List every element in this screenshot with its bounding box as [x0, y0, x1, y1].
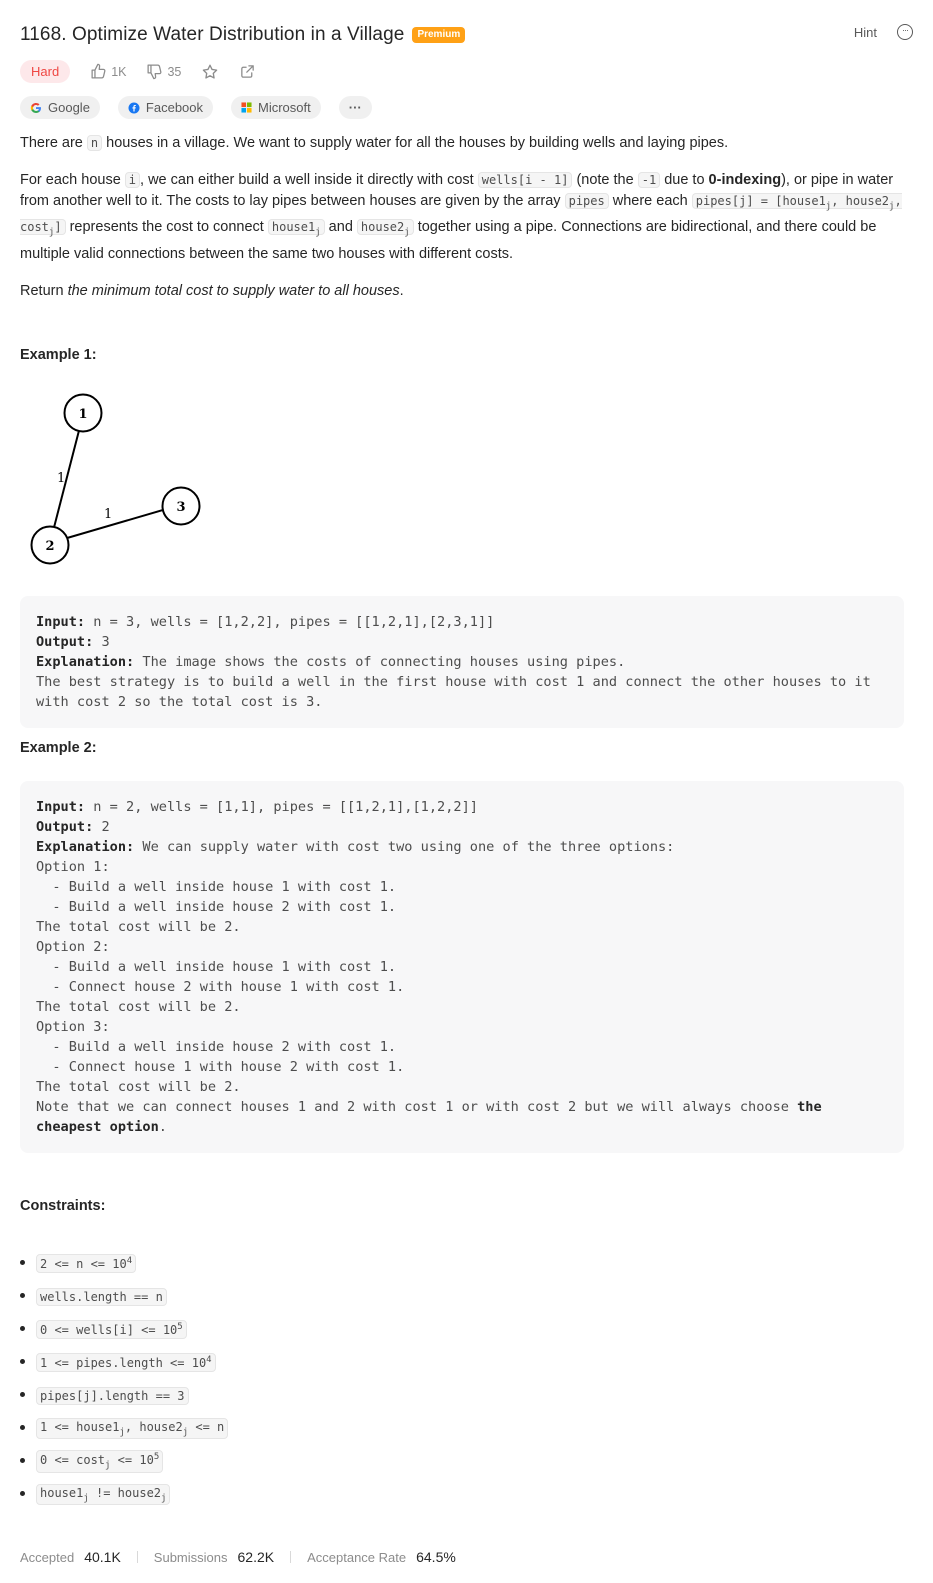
constraint-item: 1 <= house1j, house2j <= n	[20, 1412, 229, 1445]
edge-label: 1	[104, 507, 112, 522]
problem-page: 1168. Optimize Water Distribution in a V…	[0, 0, 933, 1583]
like-count: 1K	[111, 64, 127, 79]
submission-stats: Accepted 40.1K Submissions 62.2K Accepta…	[20, 1549, 456, 1565]
constraints-list: 2 <= n <= 104 wells.length == n 0 <= wel…	[20, 1247, 229, 1511]
graph-edge	[49, 414, 84, 544]
dislike-count: 35	[167, 64, 182, 79]
graph-node: 3	[161, 486, 201, 526]
submissions-value: 62.2K	[237, 1549, 275, 1565]
constraint-item: 1 <= pipes.length <= 104	[20, 1346, 228, 1379]
company-name: Google	[48, 100, 90, 115]
company-name: Facebook	[145, 100, 204, 115]
description-paragraph: Return the minimum total cost to supply …	[20, 282, 404, 299]
company-name: Microsoft	[258, 100, 311, 115]
accepted-label: Accepted	[20, 1549, 75, 1565]
graph-edge	[49, 504, 181, 544]
google-logo-icon	[30, 102, 41, 113]
svg-text:2: 2	[45, 539, 54, 554]
company-tags: Google Facebook Microsoft ···	[20, 96, 372, 119]
thumbs-down-icon	[147, 64, 162, 80]
premium-badge: Premium	[412, 27, 466, 43]
example-1-graph: 1 1 1 2 3	[30, 393, 201, 565]
example-2-title: Example 2:	[20, 740, 97, 756]
thumbs-up-icon	[91, 63, 106, 79]
dislike-button[interactable]: 35	[146, 63, 181, 80]
more-options-icon[interactable]: ···	[897, 24, 913, 40]
acceptance-rate-value: 64.5%	[416, 1549, 456, 1565]
header-actions: Hint ···	[854, 24, 913, 40]
acceptance-rate-label: Acceptance Rate	[307, 1549, 407, 1565]
constraints-title: Constraints:	[20, 1198, 106, 1214]
company-tag-facebook[interactable]: Facebook	[117, 96, 214, 119]
like-button[interactable]: 1K	[90, 63, 126, 80]
problem-title[interactable]: 1168. Optimize Water Distribution in a V…	[20, 24, 404, 46]
more-companies-button[interactable]: ···	[338, 96, 372, 119]
constraint-item: pipes[j].length == 3	[20, 1379, 228, 1412]
constraint-item: 0 <= wells[i] <= 105	[20, 1313, 228, 1346]
constraint-item: 0 <= costj <= 105	[20, 1445, 228, 1478]
share-icon	[241, 65, 255, 78]
example-1-code: Input: n = 3, wells = [1,2,2], pipes = […	[20, 596, 904, 728]
company-tag-microsoft[interactable]: Microsoft	[231, 96, 321, 119]
submissions-label: Submissions	[153, 1549, 228, 1565]
constraint-item: 2 <= n <= 104	[20, 1247, 228, 1280]
company-tag-google[interactable]: Google	[20, 96, 100, 119]
stats-divider	[136, 1551, 138, 1563]
stats-divider	[290, 1551, 292, 1563]
svg-text:1: 1	[78, 407, 87, 422]
microsoft-logo-icon	[241, 102, 252, 113]
star-icon	[203, 64, 218, 79]
description-paragraph: For each house i, we can either build a …	[20, 172, 902, 262]
share-button[interactable]	[239, 63, 256, 80]
constraint-item: wells.length == n	[20, 1280, 228, 1313]
example-2-code: Input: n = 2, wells = [1,1], pipes = [[1…	[20, 781, 904, 1153]
hint-button[interactable]: Hint	[854, 25, 877, 40]
problem-header: 1168. Optimize Water Distribution in a V…	[20, 20, 913, 50]
graph-node: 2	[30, 525, 70, 565]
accepted-value: 40.1K	[84, 1549, 121, 1565]
edge-label: 1	[57, 471, 65, 486]
description-paragraph: There are n houses in a village. We want…	[20, 135, 729, 151]
example-1-title: Example 1:	[20, 347, 97, 363]
problem-meta-row: Hard 1K 35	[20, 60, 256, 83]
difficulty-badge: Hard	[20, 60, 71, 83]
facebook-logo-icon	[128, 102, 140, 113]
graph-node: 1	[63, 393, 103, 433]
constraint-item: house1j != house2j	[20, 1478, 228, 1511]
svg-text:3: 3	[176, 500, 185, 515]
problem-description: There are n houses in a village. We want…	[20, 133, 903, 318]
favorite-button[interactable]	[201, 63, 219, 81]
